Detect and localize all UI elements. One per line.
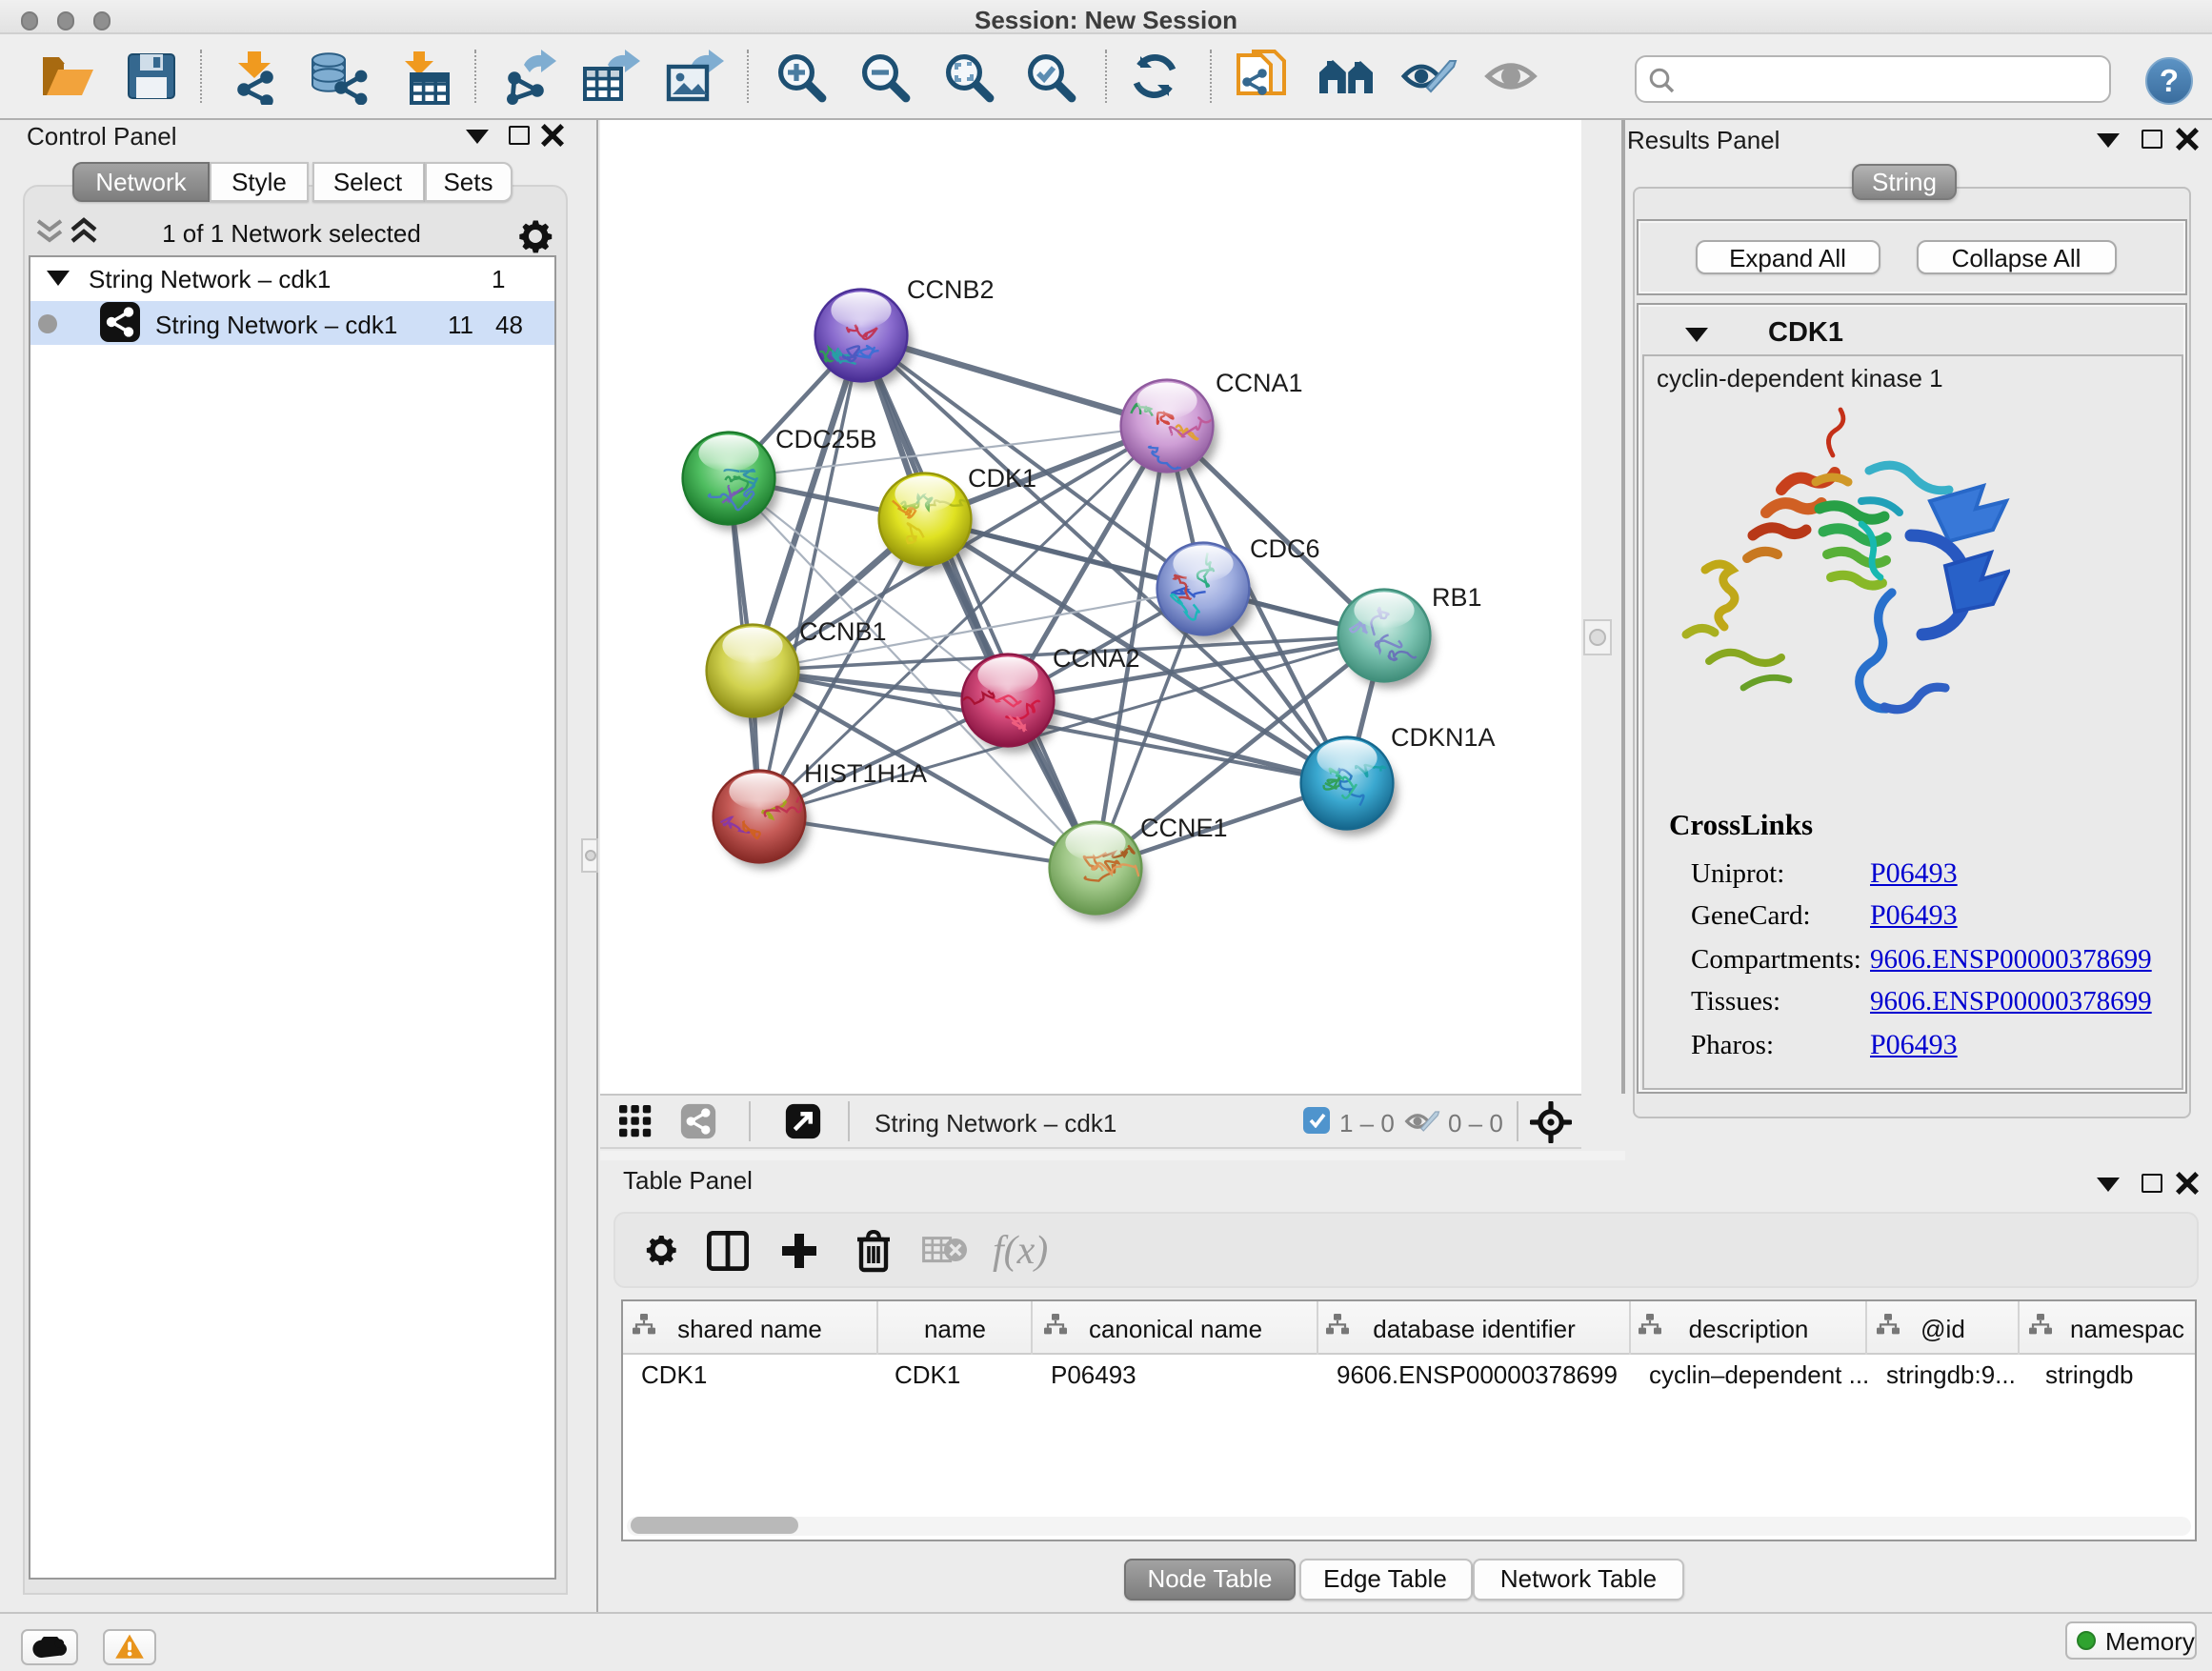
svg-text:HIST1H1A: HIST1H1A [804,759,927,788]
svg-text:CDC6: CDC6 [1250,534,1320,563]
svg-text:CDC25B: CDC25B [775,425,877,453]
svg-text:CCNB1: CCNB1 [799,617,887,646]
svg-text:CCNB2: CCNB2 [907,275,995,304]
svg-text:CDKN1A: CDKN1A [1391,723,1496,752]
svg-text:CCNE1: CCNE1 [1140,814,1228,842]
svg-text:CCNA2: CCNA2 [1053,644,1140,673]
svg-text:CCNA1: CCNA1 [1216,369,1303,397]
svg-text:CDK1: CDK1 [968,464,1036,493]
svg-text:RB1: RB1 [1432,583,1482,612]
